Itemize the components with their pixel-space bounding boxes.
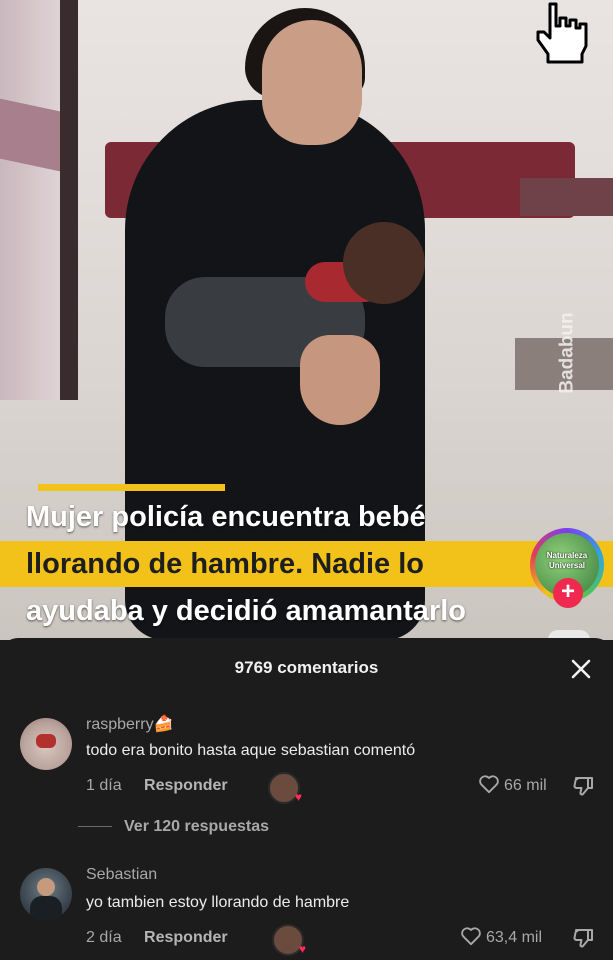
avatar-cake-detail: [36, 734, 56, 748]
like-count: 66 mil: [504, 777, 547, 794]
heart-icon: [461, 927, 481, 946]
comments-count-title: 9769 comentarios: [234, 658, 379, 677]
caption-line-2: llorando de hambre. Nadie lo: [0, 541, 613, 587]
watermark-text: Badabun: [556, 312, 578, 394]
baby-figure: [165, 222, 425, 372]
like-count: 63,4 mil: [486, 929, 543, 946]
avatar-text-1: Naturaleza: [546, 551, 588, 560]
caption-line-1: Mujer policía encuentra bebé: [26, 501, 426, 533]
creator-liked-avatar: ♥: [272, 924, 306, 956]
avatar[interactable]: [20, 868, 72, 920]
like-button[interactable]: 66 mil: [478, 774, 547, 795]
comment-text: todo era bonito hasta aque sebastian com…: [86, 742, 416, 759]
comment-age: 1 día: [86, 777, 122, 794]
view-replies-link[interactable]: Ver 120 respuestas: [78, 818, 269, 836]
comment-meta: 1 día Responder: [86, 777, 228, 795]
caption-accent-bar: [38, 484, 225, 491]
comment-text: yo tambien estoy llorando de hambre: [86, 894, 350, 911]
chair-rail-end: [520, 178, 613, 216]
follow-button[interactable]: +: [553, 578, 583, 608]
reply-button[interactable]: Responder: [144, 777, 228, 794]
wall-stripe: [0, 98, 60, 172]
reply-button[interactable]: Responder: [144, 929, 228, 946]
close-icon[interactable]: [570, 658, 592, 680]
avatar-body-detail: [30, 896, 62, 920]
comment-username[interactable]: Sebastian: [86, 866, 157, 884]
heart-icon: ♥: [298, 942, 306, 956]
like-button[interactable]: 63,4 mil: [460, 926, 542, 947]
caption-line-3: ayudaba y decidió amamantarlo: [26, 595, 466, 627]
video-caption: Mujer policía encuentra bebé llorando de…: [0, 495, 613, 633]
comment-age: 2 día: [86, 929, 122, 946]
heart-icon: ♥: [294, 790, 302, 804]
heart-icon: [479, 775, 499, 794]
video-player[interactable]: Badabun Mujer policía encuentra bebé llo…: [0, 0, 613, 640]
dislike-icon[interactable]: [572, 774, 596, 798]
baby-head: [343, 222, 425, 304]
watermark: Badabun: [557, 300, 595, 410]
view-replies-label: Ver 120 respuestas: [124, 818, 269, 835]
avatar[interactable]: [20, 718, 72, 770]
dislike-icon[interactable]: [572, 926, 596, 950]
avatar-face-detail: [37, 878, 55, 896]
avatar-text-2: Universal: [548, 561, 586, 570]
comment-username[interactable]: raspberry🍰: [86, 714, 174, 734]
hand-cursor-icon: [536, 2, 588, 64]
comment-meta: 2 día Responder: [86, 929, 228, 947]
comments-panel: 9769 comentarios raspberry🍰 todo era bon…: [0, 638, 613, 960]
replies-divider: [78, 826, 112, 828]
creator-liked-avatar: ♥: [268, 772, 302, 804]
woman-face: [262, 20, 362, 145]
woman-hand: [300, 335, 380, 425]
